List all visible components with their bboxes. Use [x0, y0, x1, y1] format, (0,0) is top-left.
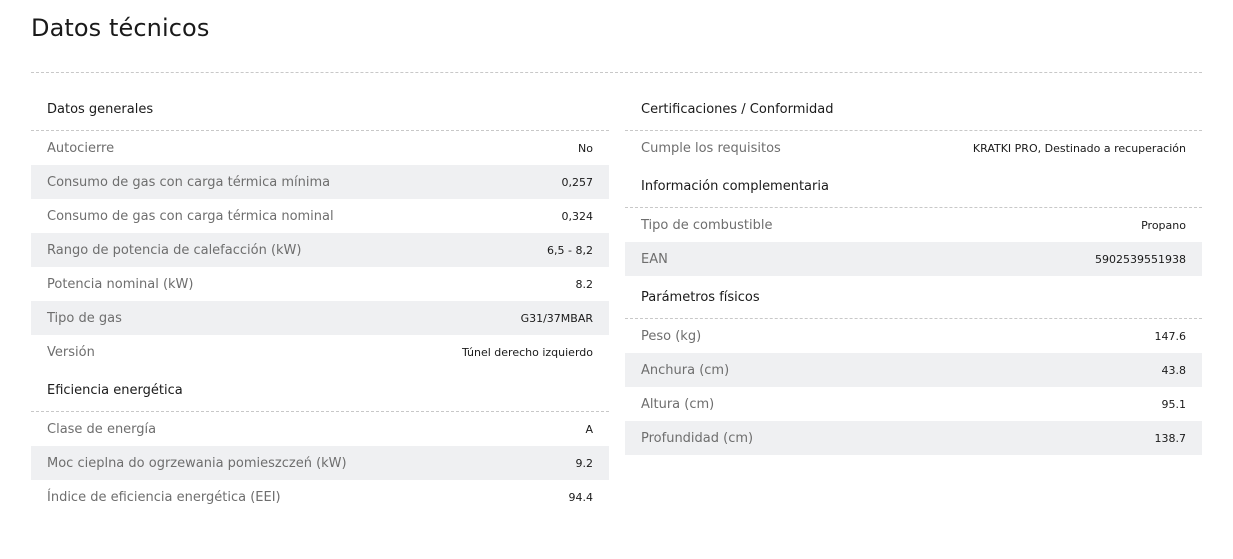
spec-row: Índice de eficiencia energética (EEI) 94…: [31, 480, 609, 514]
title-divider: [31, 72, 1202, 73]
section-heading-energy: Eficiencia energética: [31, 373, 609, 412]
spec-value: 95.1: [1161, 397, 1187, 411]
spec-label: EAN: [641, 251, 668, 267]
section-heading-physical: Parámetros físicos: [625, 280, 1202, 319]
specs-column-right: Certificaciones / Conformidad Cumple los…: [625, 92, 1202, 455]
page-title: Datos técnicos: [31, 14, 210, 42]
spec-value: G31/37MBAR: [520, 311, 593, 325]
section-heading-certifications: Certificaciones / Conformidad: [625, 92, 1202, 131]
spec-value: No: [578, 141, 593, 155]
spec-value: 43.8: [1161, 363, 1187, 377]
spec-label: Versión: [47, 344, 95, 360]
spec-value: 8.2: [575, 277, 594, 291]
spec-row: Consumo de gas con carga térmica nominal…: [31, 199, 609, 233]
spec-label: Consumo de gas con carga térmica nominal: [47, 208, 334, 224]
spec-value: KRATKI PRO, Destinado a recuperación: [972, 141, 1186, 155]
spec-row: Profundidad (cm) 138.7: [625, 421, 1202, 455]
spec-row: Autocierre No: [31, 131, 609, 165]
spec-label: Peso (kg): [641, 328, 702, 344]
spec-value: 6,5 - 8,2: [547, 243, 593, 257]
spec-label: Tipo de combustible: [641, 217, 773, 233]
spec-value: 94.4: [568, 490, 594, 504]
section-heading-complementary: Información complementaria: [625, 169, 1202, 208]
spec-label: Consumo de gas con carga térmica mínima: [47, 174, 331, 190]
spec-label: Autocierre: [47, 140, 115, 156]
spec-row: Peso (kg) 147.6: [625, 319, 1202, 353]
spec-value: Propano: [1141, 218, 1186, 232]
spec-value: 138.7: [1154, 431, 1187, 445]
spec-label: Rango de potencia de calefacción (kW): [47, 242, 302, 258]
spec-label: Clase de energía: [47, 421, 157, 437]
spec-row: Consumo de gas con carga térmica mínima …: [31, 165, 609, 199]
spec-row: Tipo de gas G31/37MBAR: [31, 301, 609, 335]
spec-row: Rango de potencia de calefacción (kW) 6,…: [31, 233, 609, 267]
spec-row: Clase de energía A: [31, 412, 609, 446]
spec-label: Profundidad (cm): [641, 430, 754, 446]
spec-row: Versión Túnel derecho izquierdo: [31, 335, 609, 369]
spec-row: Tipo de combustible Propano: [625, 208, 1202, 242]
spec-label: Potencia nominal (kW): [47, 276, 194, 292]
spec-value: 0,324: [561, 209, 594, 223]
spec-label: Índice de eficiencia energética (EEI): [47, 489, 281, 505]
spec-label: Moc cieplna do ogrzewania pomieszczeń (k…: [47, 455, 347, 471]
spec-label: Tipo de gas: [47, 310, 122, 326]
spec-value: 147.6: [1154, 329, 1187, 343]
spec-row: Anchura (cm) 43.8: [625, 353, 1202, 387]
spec-row: Altura (cm) 95.1: [625, 387, 1202, 421]
spec-value: A: [585, 422, 593, 436]
spec-label: Cumple los requisitos: [641, 140, 781, 156]
spec-value: 5902539551938: [1095, 252, 1186, 266]
section-heading-general: Datos generales: [31, 92, 609, 131]
spec-row: Potencia nominal (kW) 8.2: [31, 267, 609, 301]
spec-row: Cumple los requisitos KRATKI PRO, Destin…: [625, 131, 1202, 165]
spec-value: 9.2: [575, 456, 594, 470]
spec-row: EAN 5902539551938: [625, 242, 1202, 276]
spec-value: Túnel derecho izquierdo: [461, 345, 593, 359]
spec-value: 0,257: [561, 175, 594, 189]
spec-label: Anchura (cm): [641, 362, 730, 378]
specs-column-left: Datos generales Autocierre No Consumo de…: [31, 92, 609, 514]
spec-label: Altura (cm): [641, 396, 715, 412]
spec-row: Moc cieplna do ogrzewania pomieszczeń (k…: [31, 446, 609, 480]
